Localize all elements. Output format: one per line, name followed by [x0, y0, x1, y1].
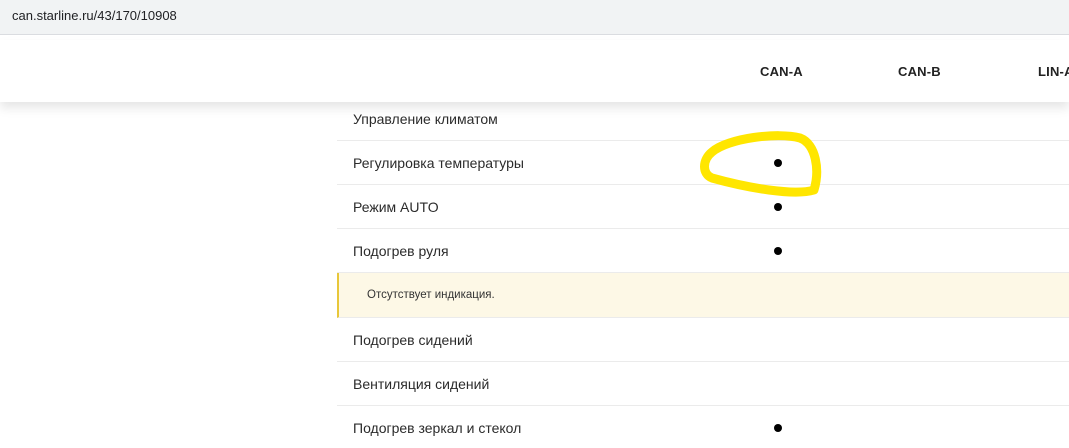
supported-dot-icon: [774, 202, 782, 211]
column-header-can-b: CAN-B: [898, 64, 941, 79]
row-label: Регулировка температуры: [353, 154, 524, 171]
browser-address-bar[interactable]: can.starline.ru/43/170/10908: [0, 0, 1069, 35]
note-row: Отсутствует индикация.: [337, 273, 1069, 318]
table-row: Вентиляция сидений: [337, 362, 1069, 406]
supported-dot-icon: [774, 423, 782, 432]
table-row: Регулировка температуры: [337, 141, 1069, 185]
table-row: Режим AUTO: [337, 185, 1069, 229]
row-label: Вентиляция сидений: [353, 375, 490, 392]
column-header-bar: CAN-A CAN-B LIN-A: [0, 40, 1069, 102]
supported-dot-icon: [774, 158, 782, 167]
table-row: Подогрев зеркал и стекол: [337, 406, 1069, 448]
row-label: Подогрев зеркал и стекол: [353, 419, 522, 436]
row-label: Подогрев сидений: [353, 331, 473, 348]
table-row: Подогрев сидений: [337, 318, 1069, 362]
row-label: Управление климатом: [353, 110, 498, 127]
row-label: Режим AUTO: [353, 198, 439, 215]
feature-table: Управление климатом Регулировка температ…: [337, 97, 1069, 448]
page: can.starline.ru/43/170/10908 CAN-A CAN-B…: [0, 0, 1069, 448]
table-row: Подогрев руля: [337, 229, 1069, 273]
table-row: Управление климатом: [337, 97, 1069, 141]
note-text: Отсутствует индикация.: [367, 289, 495, 301]
row-label: Подогрев руля: [353, 242, 449, 259]
column-header-lin-a: LIN-A: [1038, 64, 1069, 79]
supported-dot-icon: [774, 246, 782, 255]
url-text[interactable]: can.starline.ru/43/170/10908: [12, 8, 177, 23]
column-header-can-a: CAN-A: [760, 64, 803, 79]
